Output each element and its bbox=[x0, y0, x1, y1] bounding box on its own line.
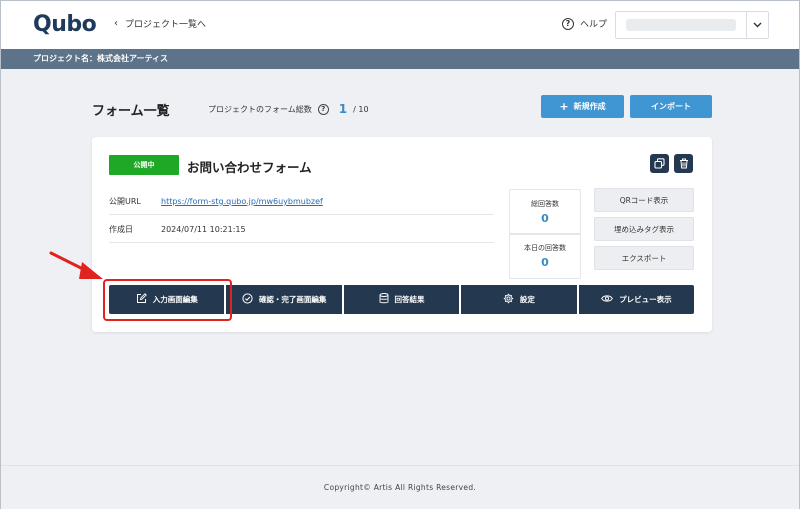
help-link[interactable]: ? ヘルプ bbox=[562, 17, 607, 30]
qr-code-button[interactable]: QRコード表示 bbox=[594, 188, 694, 212]
page-title: フォーム一覧 bbox=[92, 104, 170, 119]
info-icon[interactable]: ? bbox=[317, 103, 329, 115]
settings-button[interactable]: 設定 bbox=[461, 285, 577, 314]
status-badge: 公開中 bbox=[109, 155, 179, 175]
pointer-arrow-icon bbox=[49, 251, 103, 279]
edit-confirm-complete-button[interactable]: 確認・完了画面編集 bbox=[226, 285, 342, 314]
edit-icon bbox=[136, 293, 147, 306]
public-url-row: 公開URL https://form-stg.qubo.jp/mw6uybmub… bbox=[109, 189, 494, 215]
today-responses-label: 本日の回答数 bbox=[524, 244, 566, 252]
created-date-row: 作成日 2024/07/11 10:21:15 bbox=[109, 217, 494, 243]
form-count: プロジェクトのフォーム総数 ? 1 / 10 bbox=[208, 102, 369, 116]
preview-label: プレビュー表示 bbox=[619, 295, 672, 304]
settings-label: 設定 bbox=[519, 295, 535, 304]
plus-icon: + bbox=[559, 100, 569, 113]
form-card: 公開中 お問い合わせフォーム 公開URL https://form-stg.qu… bbox=[92, 137, 712, 332]
embed-tag-button[interactable]: 埋め込みタグ表示 bbox=[594, 217, 694, 241]
back-link-label: プロジェクト一覧へ bbox=[125, 20, 207, 30]
export-button[interactable]: エクスポート bbox=[594, 246, 694, 270]
form-action-bar: 入力画面編集 確認・完了画面編集 回答結果 設定 プレビュー表示 bbox=[109, 285, 695, 314]
chevron-down-icon bbox=[746, 12, 768, 38]
check-circle-icon bbox=[242, 293, 253, 306]
form-title: お問い合わせフォーム bbox=[187, 160, 312, 175]
help-icon: ? bbox=[562, 17, 574, 30]
copy-button[interactable] bbox=[650, 154, 669, 173]
created-date-value: 2024/07/11 10:21:15 bbox=[161, 225, 246, 234]
created-date-label: 作成日 bbox=[109, 225, 133, 234]
responses-label: 回答結果 bbox=[394, 295, 425, 304]
new-form-button[interactable]: + 新規作成 bbox=[541, 95, 624, 118]
delete-button[interactable] bbox=[674, 154, 693, 173]
today-responses-stat: 本日の回答数 0 bbox=[509, 233, 581, 279]
import-button-label: インポート bbox=[651, 102, 691, 111]
responses-button[interactable]: 回答結果 bbox=[343, 285, 460, 314]
public-url-link[interactable]: https://form-stg.qubo.jp/mw6uybmubzef bbox=[161, 197, 323, 206]
form-count-value: 1 bbox=[338, 102, 348, 116]
top-bar: Qubo ‹ プロジェクト一覧へ ? ヘルプ bbox=[1, 1, 799, 49]
trash-icon bbox=[679, 154, 689, 173]
project-name-bar: プロジェクト名：株式会社アーティス bbox=[1, 49, 799, 69]
today-responses-value: 0 bbox=[541, 256, 549, 269]
eye-icon bbox=[601, 294, 613, 305]
copy-icon bbox=[654, 154, 665, 173]
public-url-label: 公開URL bbox=[109, 197, 141, 206]
user-name-blurred bbox=[626, 19, 736, 31]
new-form-button-label: 新規作成 bbox=[573, 102, 606, 111]
form-count-total: / 10 bbox=[353, 104, 369, 114]
edit-input-screen-button[interactable]: 入力画面編集 bbox=[109, 285, 225, 314]
preview-button[interactable]: プレビュー表示 bbox=[578, 285, 695, 314]
edit-input-screen-label: 入力画面編集 bbox=[152, 295, 198, 304]
total-responses-label: 総回答数 bbox=[531, 200, 559, 208]
user-menu[interactable] bbox=[615, 11, 769, 39]
footer-copyright: Copyright© Artis All Rights Reserved. bbox=[1, 465, 799, 509]
form-count-label: プロジェクトのフォーム総数 bbox=[208, 104, 312, 114]
database-icon bbox=[379, 293, 389, 306]
total-responses-value: 0 bbox=[541, 212, 549, 225]
chevron-left-icon: ‹ bbox=[114, 18, 118, 29]
edit-confirm-complete-label: 確認・完了画面編集 bbox=[258, 295, 327, 304]
logo[interactable]: Qubo bbox=[33, 10, 97, 38]
total-responses-stat: 総回答数 0 bbox=[509, 189, 581, 235]
help-label: ヘルプ bbox=[580, 20, 608, 30]
logo-text: Qubo bbox=[33, 11, 97, 37]
back-to-projects-link[interactable]: ‹ プロジェクト一覧へ bbox=[114, 17, 206, 30]
import-button[interactable]: インポート bbox=[630, 95, 712, 118]
gear-icon bbox=[503, 293, 514, 306]
